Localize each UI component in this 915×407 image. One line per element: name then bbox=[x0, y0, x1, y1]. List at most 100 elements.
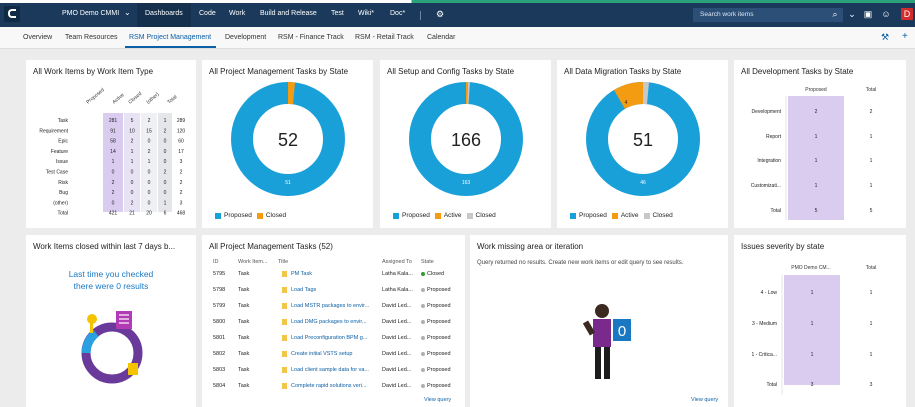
cell-value: 17 bbox=[178, 149, 184, 155]
legend-active: Active bbox=[620, 212, 639, 219]
cell-value: 2 bbox=[112, 180, 115, 186]
cell-value: 1 bbox=[131, 149, 134, 155]
donut-active-label: 4 bbox=[625, 100, 628, 106]
cell-value: 10 bbox=[129, 128, 135, 134]
widget-dev-tasks-by-state[interactable]: All Development Tasks by State Proposed … bbox=[734, 60, 906, 228]
search-icon[interactable]: ⌕ bbox=[829, 8, 841, 20]
plus-icon[interactable]: + bbox=[902, 31, 908, 42]
widget-migration-tasks-by-state[interactable]: All Data Migration Tasks by State 51 46 … bbox=[557, 60, 728, 228]
legend-swatch-active bbox=[434, 212, 441, 219]
task-type: Task bbox=[238, 351, 250, 357]
tab-overview[interactable]: Overview bbox=[23, 34, 52, 41]
cell-value: 421 bbox=[109, 211, 118, 217]
cell-value: 1 bbox=[811, 290, 814, 296]
widget-issues-severity[interactable]: Issues severity by state PMO Demo CM... … bbox=[734, 235, 906, 407]
status-dot-icon bbox=[421, 272, 425, 276]
table-row[interactable]: 5804 Task Complete rapid solutions veri...… bbox=[213, 381, 458, 397]
search-work-items-input[interactable]: Search work items bbox=[693, 8, 843, 22]
table-row[interactable]: 5803 Task Load client sample data for va..… bbox=[213, 365, 458, 381]
task-id: 5804 bbox=[213, 383, 226, 389]
cell-value: 0 bbox=[148, 190, 151, 196]
widget-setup-tasks-by-state[interactable]: All Setup and Config Tasks by State 166 … bbox=[380, 60, 551, 228]
task-type: Task bbox=[238, 383, 250, 389]
person-icon[interactable]: ☺ bbox=[880, 8, 892, 20]
vsts-logo-icon[interactable] bbox=[4, 6, 20, 22]
col-header-proposed: Proposed bbox=[805, 87, 827, 93]
nav-doc[interactable]: Doc* bbox=[390, 10, 405, 17]
cell-value: 281 bbox=[109, 118, 118, 124]
row-label: Epic bbox=[58, 139, 68, 145]
cell-value: 14 bbox=[110, 149, 116, 155]
migration-donut-chart: 51 46 4 bbox=[586, 81, 700, 196]
nav-test[interactable]: Test bbox=[331, 10, 344, 17]
task-assigned-to: David Led... bbox=[382, 335, 412, 341]
cell-value: 2 bbox=[180, 170, 183, 176]
task-icon bbox=[282, 271, 287, 277]
cell-value: 1 bbox=[131, 159, 134, 165]
header-type: Work Item... bbox=[238, 259, 268, 265]
row-label: (other) bbox=[53, 200, 68, 206]
cell-value: 0 bbox=[112, 170, 115, 176]
task-icon bbox=[282, 367, 287, 373]
widget-missing-area-iteration[interactable]: Work missing area or iteration Query ret… bbox=[470, 235, 728, 407]
legend-closed: Closed bbox=[265, 212, 287, 219]
table-row[interactable]: 5802 Task Create initial VSTS setup David L… bbox=[213, 349, 458, 365]
bag-icon[interactable]: ▣ bbox=[862, 8, 874, 20]
cell-value: 2 bbox=[131, 200, 134, 206]
table-row[interactable]: 5795 Task PM Task Latha Kala... Closed bbox=[213, 269, 458, 285]
table-row[interactable]: 5799 Task Load MSTR packages to envir... Da… bbox=[213, 301, 458, 317]
task-assigned-to: David Led... bbox=[382, 367, 412, 373]
status-dot-icon bbox=[421, 320, 425, 324]
cell-value: 2 bbox=[148, 149, 151, 155]
view-query-link[interactable]: View query bbox=[424, 397, 451, 403]
task-title: Load Tags bbox=[291, 287, 317, 293]
chevron-down-icon[interactable]: ⌄ bbox=[846, 8, 858, 20]
illustration-ring-accent bbox=[81, 329, 100, 354]
task-title: Load DMG packages to envir... bbox=[291, 319, 367, 325]
task-title: Load MSTR packages to envir... bbox=[291, 303, 370, 309]
table-row[interactable]: 5798 Task Load Tags Latha Kala... Proposed bbox=[213, 285, 458, 301]
tab-retail-track[interactable]: RSM - Retail Track bbox=[355, 34, 414, 41]
nav-build-release[interactable]: Build and Release bbox=[260, 10, 317, 17]
user-avatar[interactable]: D bbox=[901, 8, 913, 20]
task-title: Load client sample data for va... bbox=[291, 367, 369, 373]
row-label: Integration bbox=[757, 158, 781, 164]
widget-work-items-by-type[interactable]: All Work Items by Work Item Type Propose… bbox=[26, 60, 196, 228]
view-query-link[interactable]: View query bbox=[691, 397, 718, 403]
row-label: 1 - Critica... bbox=[751, 352, 777, 358]
cell-value: 3 bbox=[811, 382, 814, 388]
tab-calendar[interactable]: Calendar bbox=[427, 34, 455, 41]
tab-team-resources[interactable]: Team Resources bbox=[65, 34, 118, 41]
cell-value: 120 bbox=[177, 128, 186, 134]
chart-legend: Proposed Active Closed bbox=[393, 212, 496, 219]
nav-code[interactable]: Code bbox=[199, 10, 216, 17]
task-type: Task bbox=[238, 367, 250, 373]
nav-dashboards[interactable]: Dashboards bbox=[145, 10, 183, 17]
project-selector[interactable]: PMO Demo CMMI bbox=[62, 10, 119, 17]
widget-pm-task-list[interactable]: All Project Management Tasks (52) ID Wor… bbox=[202, 235, 465, 407]
tab-finance-track[interactable]: RSM - Finance Track bbox=[278, 34, 344, 41]
task-state: Proposed bbox=[427, 303, 451, 309]
cell-value: 1 bbox=[148, 159, 151, 165]
task-type: Task bbox=[238, 271, 250, 277]
cell-value: 2 bbox=[180, 180, 183, 186]
table-row[interactable]: 5801 Task Load Preconfiguration BPM g... Da… bbox=[213, 333, 458, 349]
chevron-down-icon[interactable]: ⌄ bbox=[124, 8, 131, 17]
cell-value: 1 bbox=[870, 352, 873, 358]
widget-pm-tasks-by-state[interactable]: All Project Management Tasks by State 52… bbox=[202, 60, 373, 228]
nav-work[interactable]: Work bbox=[229, 10, 245, 17]
cell-value: 6 bbox=[164, 211, 167, 217]
cell-value: 21 bbox=[129, 211, 135, 217]
table-row[interactable]: 5800 Task Load DMG packages to envir... Dav… bbox=[213, 317, 458, 333]
gear-icon[interactable]: ⚙ bbox=[434, 8, 446, 20]
tab-development[interactable]: Development bbox=[225, 34, 266, 41]
task-state: Proposed bbox=[427, 287, 451, 293]
nav-wiki[interactable]: Wiki* bbox=[358, 10, 374, 17]
wrench-icon[interactable]: ⚒ bbox=[881, 32, 889, 43]
widget-closed-last-7-days[interactable]: Work Items closed within last 7 days b..… bbox=[26, 235, 196, 407]
cell-value: 3 bbox=[180, 200, 183, 206]
cell-value: 2 bbox=[815, 109, 818, 115]
tab-rsm-project-management[interactable]: RSM Project Management bbox=[129, 34, 211, 41]
cell-value: 0 bbox=[164, 190, 167, 196]
donut-total: 166 bbox=[451, 130, 481, 150]
